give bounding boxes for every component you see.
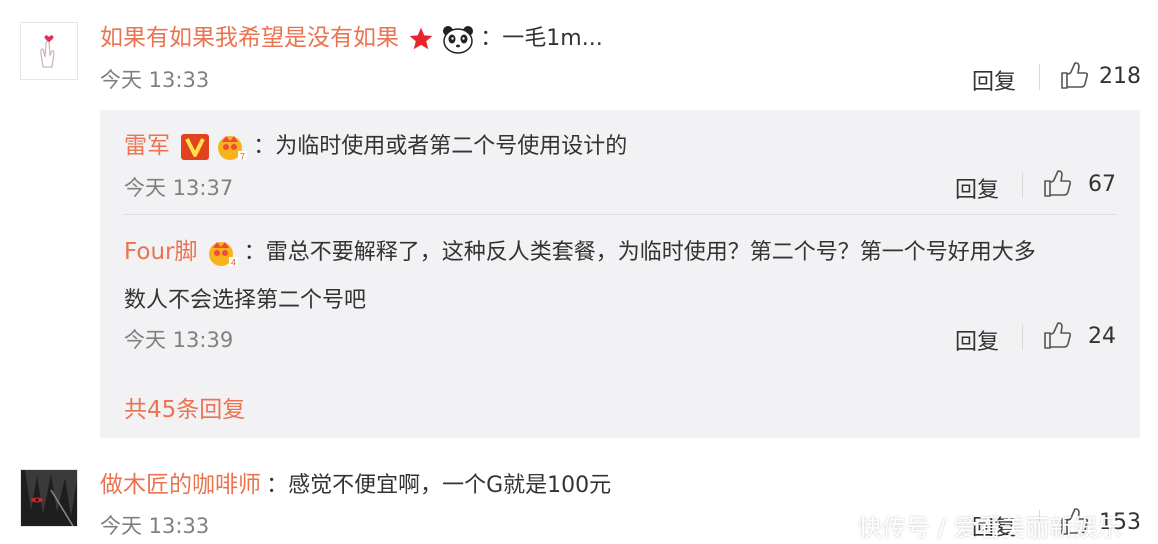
- panda-icon: [441, 24, 475, 58]
- timestamp: 今天 13:33: [100, 68, 210, 92]
- timestamp: 今天 13:33: [100, 514, 210, 538]
- reply-button[interactable]: 回复: [955, 324, 999, 356]
- like-button[interactable]: [1043, 320, 1072, 354]
- username-link[interactable]: 做木匠的咖啡师: [100, 472, 261, 498]
- username-link[interactable]: 雷军: [124, 133, 170, 159]
- hand-heart-icon: [40, 35, 55, 68]
- comment-text: ：感觉不便宜啊，一个G就是100元: [266, 473, 612, 498]
- like-count: 24: [1088, 324, 1116, 349]
- reply-text: ：为临时使用或者第二个号使用设计的: [253, 134, 628, 159]
- username-link[interactable]: Four脚: [124, 239, 198, 265]
- thumbs-up-icon: [1044, 170, 1072, 197]
- star-icon: [408, 26, 434, 56]
- timestamp: 今天 13:39: [124, 328, 234, 352]
- reply-header: Four脚 4 ：雷总不要解释了，这种反人类套餐，为临时使用？第二个号？第一个号…: [124, 232, 1036, 271]
- svg-text:4: 4: [231, 257, 236, 267]
- reply-text-continued: 数人不会选择第二个号吧: [124, 288, 367, 313]
- comment-header: 做木匠的咖啡师 ：感觉不便宜啊，一个G就是100元: [100, 465, 611, 499]
- thumbs-up-icon: [1044, 322, 1072, 349]
- avatar[interactable]: [20, 22, 78, 80]
- like-count: 218: [1099, 64, 1141, 89]
- timestamp: 今天 13:37: [124, 176, 234, 200]
- divider: [124, 214, 1116, 215]
- svg-text:7: 7: [240, 151, 245, 161]
- thumbs-up-icon: [1061, 62, 1089, 89]
- reply-button[interactable]: 回复: [972, 64, 1016, 96]
- like-count: 67: [1088, 172, 1116, 197]
- reply-button[interactable]: 回复: [955, 172, 999, 204]
- reply-text: ：雷总不要解释了，这种反人类套餐，为临时使用？第二个号？第一个号好用大多: [243, 240, 1036, 265]
- verified-v-icon: [181, 133, 210, 164]
- crown-badge-icon: 4: [207, 239, 239, 271]
- divider: [1039, 64, 1040, 90]
- like-button[interactable]: [1060, 60, 1089, 94]
- watermark: 快传号 / 爱看美丽新娱乐: [858, 514, 1122, 542]
- crown-badge-icon: 7: [216, 133, 248, 165]
- more-replies-link[interactable]: 共45条回复: [124, 390, 245, 424]
- avatar[interactable]: [20, 469, 78, 527]
- like-button[interactable]: [1043, 168, 1072, 202]
- divider: [1022, 324, 1023, 350]
- comment-header: 如果有如果我希望是没有如果 ：一毛1m...: [100, 18, 603, 58]
- anime-avatar-icon: [21, 470, 77, 526]
- comment-text: ：一毛1m...: [480, 26, 603, 51]
- username-link[interactable]: 如果有如果我希望是没有如果: [100, 25, 399, 51]
- divider: [1022, 172, 1023, 198]
- reply-header: 雷军 7 ：为临时使用或者第二个号使用设计的: [124, 126, 627, 165]
